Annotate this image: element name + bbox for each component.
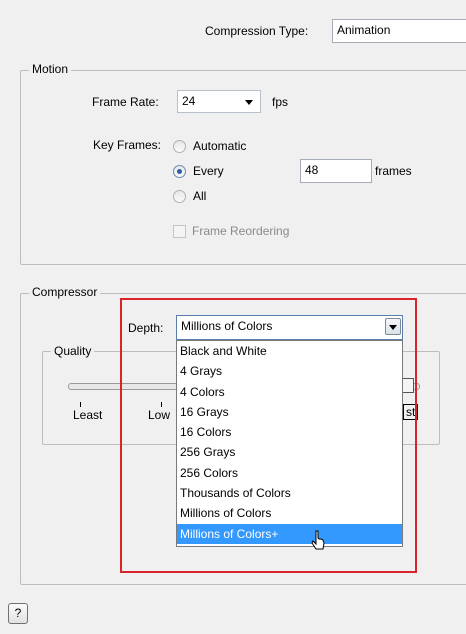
depth-option[interactable]: 16 Colors: [177, 422, 402, 442]
mouse-pointer-icon: [311, 530, 325, 550]
depth-dropdown-list[interactable]: Black and White 4 Grays 4 Colors 16 Gray…: [176, 340, 403, 547]
motion-group-title: Motion: [29, 62, 72, 76]
help-button[interactable]: ?: [8, 603, 28, 624]
chevron-down-icon[interactable]: [245, 100, 253, 105]
depth-combo[interactable]: Millions of Colors: [176, 315, 403, 340]
frames-label: frames: [375, 164, 412, 178]
depth-option[interactable]: 256 Grays: [177, 442, 402, 462]
quality-least-label: Least: [73, 408, 103, 422]
quality-tick-least: [80, 402, 81, 407]
every-frames-input[interactable]: 48: [300, 159, 372, 183]
help-button-label: ?: [14, 606, 22, 620]
frame-rate-label: Frame Rate:: [92, 95, 159, 109]
depth-option[interactable]: Black and White: [177, 341, 402, 361]
compression-type-value: Animation: [337, 23, 391, 37]
radio-automatic[interactable]: [173, 140, 186, 153]
compression-type-label: Compression Type:: [205, 24, 309, 38]
compressor-group-title: Compressor: [29, 285, 101, 299]
depth-option[interactable]: 256 Colors: [177, 463, 402, 483]
frame-reordering-label: Frame Reordering: [192, 224, 290, 238]
radio-all-label: All: [193, 189, 207, 203]
depth-value: Millions of Colors: [181, 319, 273, 333]
frame-rate-value: 24: [182, 94, 196, 108]
key-frames-label: Key Frames:: [93, 138, 162, 152]
fps-label: fps: [272, 95, 289, 109]
depth-option[interactable]: 4 Colors: [177, 382, 402, 402]
frame-reordering-checkbox[interactable]: [173, 225, 186, 238]
depth-label: Depth:: [128, 321, 164, 335]
frame-rate-combo[interactable]: 24: [177, 90, 261, 113]
radio-every-label: Every: [193, 164, 224, 178]
radio-every[interactable]: [173, 165, 186, 178]
depth-option[interactable]: Millions of Colors: [177, 503, 402, 523]
radio-automatic-label: Automatic: [193, 139, 247, 153]
radio-all[interactable]: [173, 190, 186, 203]
quality-group-title: Quality: [51, 344, 95, 358]
depth-option-highlighted[interactable]: Millions of Colors+: [177, 523, 402, 544]
depth-dropdown-button[interactable]: [385, 318, 401, 335]
compression-type-field[interactable]: Animation: [332, 19, 466, 43]
every-frames-value: 48: [305, 163, 319, 177]
depth-option[interactable]: 16 Grays: [177, 402, 402, 422]
depth-option[interactable]: 4 Grays: [177, 361, 402, 381]
depth-option[interactable]: Thousands of Colors: [177, 483, 402, 503]
